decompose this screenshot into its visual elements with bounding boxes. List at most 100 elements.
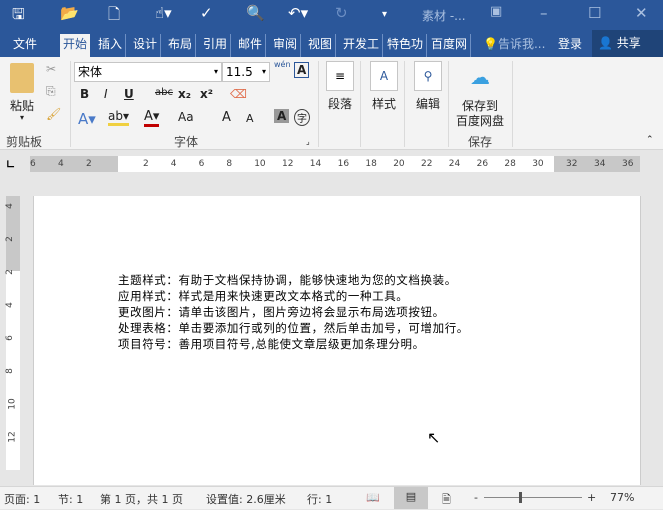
tell-me[interactable]: 💡告诉我...	[480, 34, 548, 57]
tab-home[interactable]: 开始	[60, 34, 91, 57]
zoom-out-button[interactable]: -	[474, 491, 478, 504]
login-button[interactable]: 登录	[555, 34, 585, 57]
styles-button[interactable]: 样式	[372, 95, 396, 112]
document-paragraph[interactable]: 项目符号：善用项目符号,总能使文章层级更加条理分明。	[118, 336, 425, 352]
ruler-tick-label: 4	[4, 203, 15, 209]
paste-icon[interactable]	[10, 63, 34, 93]
font-color-icon[interactable]: A▾	[144, 109, 160, 127]
paragraph-button[interactable]: 段落	[328, 95, 352, 112]
tab-selector-icon[interactable]: ∟	[6, 158, 15, 171]
tab-design[interactable]: 设计	[130, 34, 162, 57]
status-page[interactable]: 页面: 1	[4, 491, 40, 507]
print-preview-icon[interactable]: 🔍	[246, 4, 265, 22]
ruler-tick-label: 12	[282, 159, 294, 169]
customize-icon[interactable]: ▾	[382, 9, 387, 20]
highlight-icon[interactable]: ab▾	[108, 109, 129, 126]
print-layout-icon[interactable]: ▤	[394, 487, 428, 509]
zoom-slider-thumb[interactable]	[519, 492, 522, 503]
font-dialog-launcher-icon[interactable]: ⌟	[306, 137, 310, 146]
redo-icon[interactable]: ↻	[335, 4, 348, 22]
character-border-icon[interactable]: A	[294, 62, 310, 78]
font-size-select[interactable]: 11.5 ▾	[222, 62, 270, 82]
shrink-font-button[interactable]: A	[246, 112, 254, 125]
paragraph-icon[interactable]: ≡	[326, 61, 354, 91]
document-paragraph[interactable]: 应用样式：样式是用来快速更改文本格式的一种工具。	[118, 288, 408, 304]
enclose-characters-icon[interactable]: 字	[294, 109, 310, 126]
font-name-select[interactable]: 宋体 ▾	[74, 62, 222, 82]
tab-references[interactable]: 引用	[200, 34, 232, 57]
text-effects-icon[interactable]: A▾	[78, 110, 96, 128]
status-page-of[interactable]: 第 1 页，共 1 页	[100, 491, 183, 507]
web-layout-icon[interactable]: 🗎	[442, 491, 451, 510]
close-icon[interactable]: ✕	[635, 4, 648, 22]
touch-mode-icon[interactable]: ☝▾	[155, 4, 172, 22]
ruler-tick-label: 32	[566, 159, 578, 169]
tab-insert[interactable]: 插入	[95, 34, 127, 57]
tab-file[interactable]: 文件	[10, 34, 40, 57]
status-setting[interactable]: 设置值: 2.6厘米	[206, 491, 286, 507]
chevron-down-icon: ▾	[213, 67, 218, 76]
collapse-ribbon-icon[interactable]: ⌃	[646, 135, 654, 145]
save-icon[interactable]: 🖫	[12, 4, 25, 29]
spelling-icon[interactable]: ✓	[200, 4, 213, 22]
minimize-icon[interactable]: –	[540, 4, 548, 22]
tab-mailings[interactable]: 邮件	[235, 34, 267, 57]
open-icon[interactable]: 📂	[60, 4, 79, 22]
ruler-tick-label: 2	[4, 236, 15, 242]
baidu-cloud-icon[interactable]: ☁	[470, 65, 490, 89]
character-shading-icon[interactable]: A	[274, 109, 290, 123]
paste-dropdown-icon[interactable]: ▾	[20, 113, 24, 122]
phonetic-guide-icon[interactable]: wén	[274, 60, 291, 69]
zoom-slider[interactable]	[484, 497, 582, 498]
ribbon-display-icon[interactable]: ▣	[490, 4, 502, 19]
ruler-tick-label: 12	[7, 431, 18, 443]
lightbulb-icon: 💡	[483, 37, 498, 51]
ruler-tick-label: 20	[393, 159, 405, 169]
document-paragraph[interactable]: 更改图片：请单击该图片，图片旁边将会显示布局选项按钮。	[118, 304, 445, 320]
read-mode-icon[interactable]: 📖	[366, 491, 380, 504]
tab-review[interactable]: 审阅	[270, 34, 302, 57]
status-section[interactable]: 节: 1	[58, 491, 83, 507]
ruler-tick-label: 28	[504, 159, 516, 169]
copy-icon[interactable]: ⎘	[46, 84, 56, 99]
share-button[interactable]: 👤 共享	[592, 30, 663, 57]
subscript-button[interactable]: x₂	[178, 87, 191, 101]
status-row[interactable]: 行: 1	[307, 491, 332, 507]
tab-features[interactable]: 特色功	[384, 34, 428, 57]
clear-formatting-icon[interactable]: ⌫	[230, 87, 247, 101]
document-paragraph[interactable]: 主题样式：有助于文档保持协调，能够快速地为您的文档换装。	[118, 272, 457, 288]
new-icon[interactable]: 🗋	[108, 4, 120, 29]
tab-baidu[interactable]: 百度网	[428, 34, 472, 57]
styles-icon[interactable]: A	[370, 61, 398, 91]
save-to-baidu-button-line2[interactable]: 百度网盘	[456, 112, 504, 129]
underline-button[interactable]: U	[124, 87, 134, 101]
ruler-tick-label: 2	[86, 159, 92, 169]
superscript-button[interactable]: x²	[200, 87, 213, 101]
ribbon: 粘贴 ▾ ✂ ⎘ 🖌 剪贴板 宋体 ▾ 11.5 ▾ wén A B I U abc…	[0, 57, 663, 150]
search-icon[interactable]: ⚲	[414, 61, 442, 91]
vertical-ruler[interactable]: 4 2 2 4 6 8 10 12	[4, 196, 20, 470]
ruler-tick-label: 4	[4, 302, 15, 308]
bold-button[interactable]: B	[80, 87, 89, 101]
grow-font-button[interactable]: A	[222, 110, 231, 125]
strikethrough-button[interactable]: abc	[155, 87, 173, 98]
font-group-label: 字体	[174, 135, 199, 149]
ruler-tick-label: 14	[309, 159, 322, 169]
horizontal-ruler[interactable]: ∟ 6 4 2 2 4 6 8 10 12 14 16 18 20 22 24 26 28 30 32 34 36	[0, 150, 663, 176]
document-page[interactable]: 主题样式：有助于文档保持协调，能够快速地为您的文档换装。 应用样式：样式是用来快速…	[33, 196, 641, 485]
undo-icon[interactable]: ↶▾	[288, 4, 308, 22]
editing-button[interactable]: 编辑	[416, 95, 440, 112]
format-painter-icon[interactable]: 🖌	[46, 107, 61, 121]
document-paragraph[interactable]: 处理表格：单击要添加行或列的位置，然后单击加号，可增加行。	[118, 320, 469, 336]
paste-button[interactable]: 粘贴	[10, 97, 34, 114]
change-case-button[interactable]: Aa	[178, 110, 194, 124]
italic-button[interactable]: I	[104, 87, 108, 101]
tab-developer[interactable]: 开发工	[340, 34, 384, 57]
cut-icon[interactable]: ✂	[46, 62, 56, 76]
maximize-icon[interactable]: ☐	[588, 4, 601, 22]
zoom-level[interactable]: 77%	[610, 491, 634, 504]
tab-layout[interactable]: 布局	[165, 34, 197, 57]
ruler-tick-label: 36	[622, 159, 634, 169]
tab-view[interactable]: 视图	[305, 34, 337, 57]
zoom-in-button[interactable]: +	[587, 491, 596, 504]
